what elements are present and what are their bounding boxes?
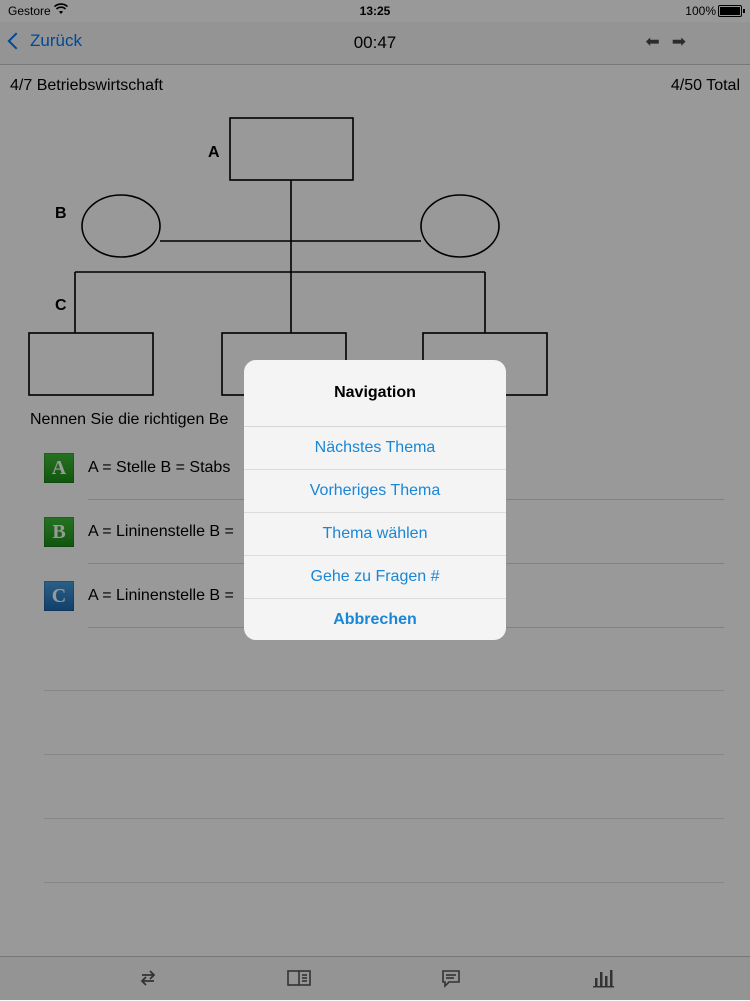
cancel-button[interactable]: Abbrechen	[244, 599, 506, 640]
go-to-question-button[interactable]: Gehe zu Fragen #	[244, 556, 506, 599]
next-topic-button[interactable]: Nächstes Thema	[244, 427, 506, 470]
navigation-dialog: Navigation Nächstes Thema Vorheriges The…	[244, 360, 506, 640]
previous-topic-button[interactable]: Vorheriges Thema	[244, 470, 506, 513]
choose-topic-button[interactable]: Thema wählen	[244, 513, 506, 556]
dialog-title: Navigation	[244, 360, 506, 427]
